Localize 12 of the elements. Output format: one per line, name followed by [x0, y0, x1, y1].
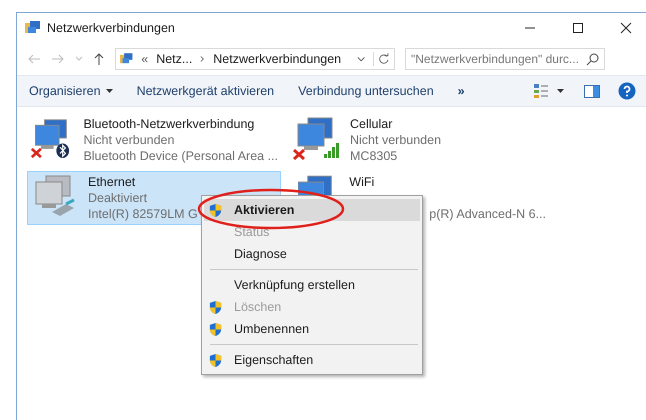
connection-name: Bluetooth-Netzwerkverbindung [83, 116, 256, 132]
device-name: Bluetooth Device (Personal Area ... [83, 148, 278, 164]
connection-name: Cellular [350, 116, 394, 132]
connection-status: Deaktiviert [88, 190, 148, 206]
connection-status: Nicht verbunden [83, 132, 176, 148]
device-name: p(R) Advanced-N 6... [429, 206, 546, 222]
device-name: MC8305 [350, 148, 398, 164]
connection-status: Nicht verbunden [350, 132, 442, 148]
device-name: Intel(R) 82579LM G [88, 206, 198, 222]
connection-name: Ethernet [88, 174, 136, 190]
window-title: Netzwerkverbindungen [47, 21, 175, 35]
connection-name: WiFi [349, 174, 376, 190]
